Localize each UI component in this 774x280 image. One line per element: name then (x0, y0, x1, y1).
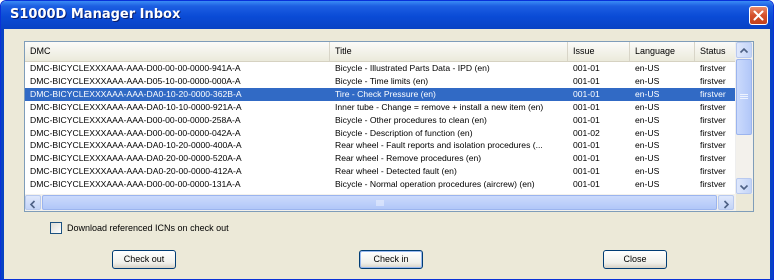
dmc-cell: DMC-BICYCLEXXXAAA-AAA-DA0-20-00-0000-412… (30, 166, 242, 177)
window-frame-left (1, 29, 4, 279)
language-cell: en-US (635, 179, 660, 190)
title-cell: Rear wheel - Fault reports and isolation… (335, 140, 543, 151)
horizontal-scrollbar[interactable] (25, 194, 737, 211)
issue-cell: 001-01 (573, 63, 600, 73)
list-header: DMC Title Issue Language Status (25, 42, 737, 62)
inbox-window: S1000D Manager Inbox DMC Title Issue Lan… (0, 0, 774, 280)
check-in-button[interactable]: Check in (359, 250, 423, 269)
column-header-language[interactable]: Language (630, 42, 695, 61)
title-bar[interactable]: S1000D Manager Inbox (1, 1, 773, 29)
dmc-cell: DMC-BICYCLEXXXAAA-AAA-DA0-20-00-0000-520… (30, 153, 242, 164)
dmc-cell: DMC-BICYCLEXXXAAA-AAA-D00-00-00-0000-258… (30, 114, 241, 125)
table-row[interactable]: DMC-BICYCLEXXXAAA-AAA-DA0-20-00-0000-412… (25, 165, 737, 178)
status-cell: firstver (700, 127, 726, 138)
status-cell: firstver (700, 75, 726, 86)
dmc-cell: DMC-BICYCLEXXXAAA-AAA-DA0-10-20-0000-400… (30, 140, 242, 151)
column-header-dmc[interactable]: DMC (25, 42, 330, 61)
table-row[interactable]: DMC-BICYCLEXXXAAA-AAA-D00-00-00-0000-042… (25, 127, 737, 140)
chevron-down-icon (739, 184, 749, 191)
title-cell: Inner tube - Change = remove + install a… (335, 101, 544, 112)
language-cell: en-US (635, 88, 660, 99)
table-row[interactable]: DMC-BICYCLEXXXAAA-AAA-DA0-20-00-0000-520… (25, 152, 737, 165)
issue-cell: 001-01 (573, 166, 600, 177)
table-row[interactable]: DMC-BICYCLEXXXAAA-AAA-D00-00-00-0000-258… (25, 114, 737, 127)
language-cell: en-US (635, 166, 660, 177)
title-cell: Bicycle - Illustrated Parts Data - IPD (… (335, 63, 490, 73)
status-cell: firstver (700, 166, 726, 177)
column-header-issue[interactable]: Issue (568, 42, 630, 61)
table-row[interactable]: DMC-BICYCLEXXXAAA-AAA-DA0-10-20-0000-400… (25, 139, 737, 152)
status-cell: firstver (700, 63, 726, 73)
vertical-scroll-thumb[interactable] (736, 59, 752, 135)
dmc-cell: DMC-BICYCLEXXXAAA-AAA-D00-00-00-0000-131… (30, 179, 241, 190)
chevron-right-icon (723, 200, 730, 209)
scroll-down-button[interactable] (736, 178, 752, 194)
grip-icon (376, 200, 384, 206)
status-cell: firstver (700, 179, 726, 190)
dmc-cell: DMC-BICYCLEXXXAAA-AAA-DA0-10-20-0000-362… (30, 88, 242, 99)
title-cell: Bicycle - Description of function (en) (335, 127, 473, 138)
data-module-list[interactable]: DMC Title Issue Language Status DMC-BICY… (24, 41, 754, 212)
status-cell: firstver (700, 88, 726, 99)
language-cell: en-US (635, 114, 660, 125)
scroll-up-button[interactable] (736, 42, 752, 58)
download-icns-label[interactable]: Download referenced ICNs on check out (67, 222, 229, 235)
table-row[interactable]: DMC-BICYCLEXXXAAA-AAA-D05-10-00-0000-000… (25, 75, 737, 88)
window-frame-right (770, 29, 773, 279)
table-row[interactable]: DMC-BICYCLEXXXAAA-AAA-D00-00-00-0000-941… (25, 62, 737, 75)
issue-cell: 001-01 (573, 179, 600, 190)
status-cell: firstver (700, 114, 726, 125)
status-cell: firstver (700, 140, 726, 151)
title-cell: Rear wheel - Remove procedures (en) (335, 153, 482, 164)
window-title: S1000D Manager Inbox (10, 7, 181, 22)
close-icon (753, 10, 764, 21)
scroll-left-button[interactable] (25, 195, 41, 210)
issue-cell: 001-01 (573, 114, 600, 125)
horizontal-scroll-thumb[interactable] (42, 195, 717, 210)
window-close-button[interactable] (749, 6, 768, 25)
status-cell: firstver (700, 101, 726, 112)
title-cell: Rear wheel - Detected fault (en) (335, 166, 457, 177)
language-cell: en-US (635, 63, 660, 73)
scrollbar-corner (736, 194, 753, 211)
grip-icon (740, 94, 748, 99)
column-header-title[interactable]: Title (330, 42, 568, 61)
table-row[interactable]: DMC-BICYCLEXXXAAA-AAA-D00-00-00-0000-131… (25, 178, 737, 191)
language-cell: en-US (635, 101, 660, 112)
check-out-button[interactable]: Check out (112, 250, 176, 269)
scroll-right-button[interactable] (718, 195, 734, 210)
chevron-up-icon (739, 47, 749, 54)
issue-cell: 001-01 (573, 75, 600, 86)
dmc-cell: DMC-BICYCLEXXXAAA-AAA-D00-00-00-0000-042… (30, 127, 241, 138)
title-cell: Tire - Check Pressure (en) (335, 88, 436, 99)
title-cell: Bicycle - Time limits (en) (335, 75, 429, 86)
language-cell: en-US (635, 140, 660, 151)
issue-cell: 001-01 (573, 101, 600, 112)
dmc-cell: DMC-BICYCLEXXXAAA-AAA-DA0-10-10-0000-921… (30, 101, 242, 112)
dmc-cell: DMC-BICYCLEXXXAAA-AAA-D00-00-00-0000-941… (30, 63, 241, 73)
dmc-cell: DMC-BICYCLEXXXAAA-AAA-D05-10-00-0000-000… (30, 75, 241, 86)
title-cell: Bicycle - Other procedures to clean (en) (335, 114, 487, 125)
issue-cell: 001-01 (573, 88, 600, 99)
column-header-status[interactable]: Status (695, 42, 737, 61)
language-cell: en-US (635, 127, 660, 138)
issue-cell: 001-01 (573, 153, 600, 164)
download-icns-checkbox[interactable] (50, 222, 62, 234)
status-cell: firstver (700, 153, 726, 164)
language-cell: en-US (635, 153, 660, 164)
vertical-scrollbar[interactable] (735, 42, 753, 194)
table-row[interactable]: DMC-BICYCLEXXXAAA-AAA-DA0-10-10-0000-921… (25, 101, 737, 114)
language-cell: en-US (635, 75, 660, 86)
table-row[interactable]: DMC-BICYCLEXXXAAA-AAA-DA0-10-20-0000-362… (25, 87, 737, 101)
close-button[interactable]: Close (603, 250, 667, 269)
chevron-left-icon (29, 200, 36, 209)
title-cell: Bicycle - Normal operation procedures (a… (335, 179, 535, 190)
issue-cell: 001-02 (573, 127, 600, 138)
issue-cell: 001-01 (573, 140, 600, 151)
